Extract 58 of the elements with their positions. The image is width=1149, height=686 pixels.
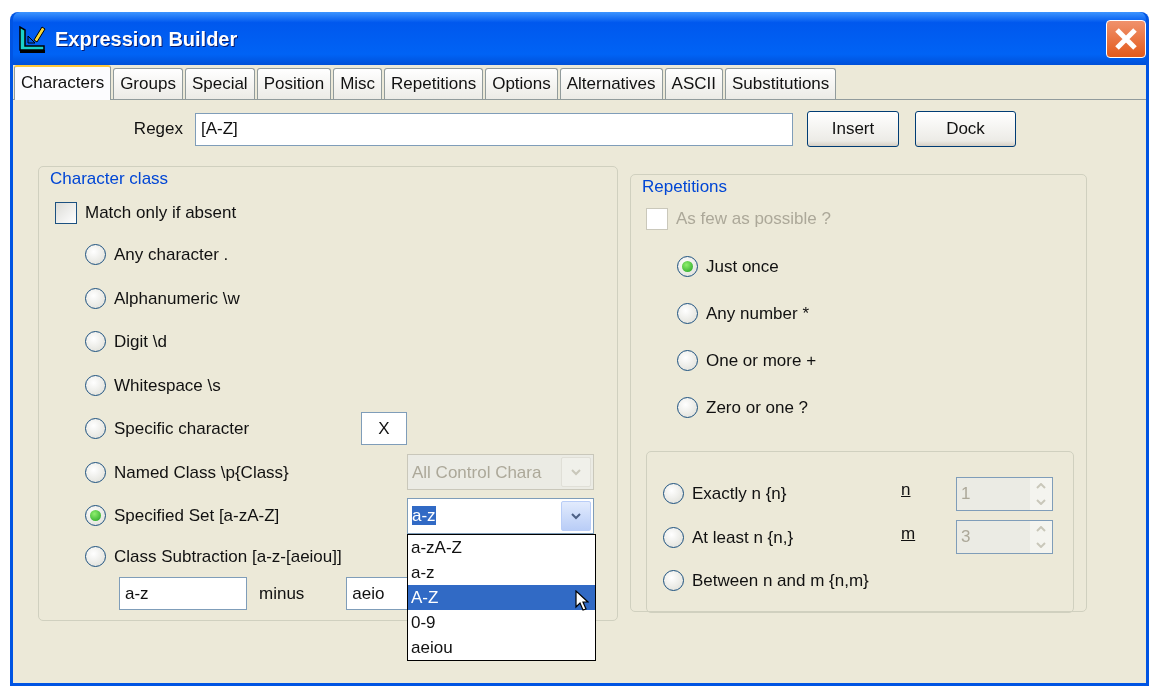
close-icon (1113, 25, 1139, 52)
tab[interactable]: Repetitions (384, 68, 484, 99)
radio-button[interactable] (677, 256, 698, 277)
tab[interactable]: Substitutions (725, 68, 837, 99)
checkbox-label: As few as possible ? (676, 208, 831, 231)
tab[interactable]: Alternatives (559, 68, 663, 99)
option-label: Between n and m {n,m} (692, 570, 869, 592)
option-label: Specific character (114, 418, 250, 440)
radio-button[interactable] (85, 331, 106, 353)
spin-label: n (901, 479, 912, 501)
radio-button[interactable] (85, 418, 106, 440)
minus-label: minus (259, 582, 305, 605)
radio-button[interactable] (85, 287, 106, 309)
regex-field[interactable]: [A-Z] (195, 112, 793, 146)
tab[interactable]: Position (256, 68, 332, 99)
list-option[interactable]: a-zA-Z (408, 534, 595, 560)
tab[interactable]: Options (485, 68, 558, 99)
option-label: Class Subtraction [a-z-[aeiou]] (114, 545, 342, 568)
option-label: Exactly n {n} (692, 483, 787, 505)
radio-button[interactable] (677, 303, 698, 324)
option-label: Digit \d (114, 331, 167, 353)
checkbox[interactable] (55, 202, 77, 224)
regex-label: Regex (132, 118, 184, 141)
tab[interactable]: Groups (113, 68, 183, 99)
dock-button[interactable]: Dock (915, 111, 1016, 147)
close-button[interactable] (1106, 19, 1146, 58)
radio-button[interactable] (85, 374, 106, 396)
subtraction-field[interactable]: a-z (119, 577, 247, 610)
tab[interactable]: ASCII (664, 68, 723, 99)
option-label: One or more + (706, 349, 817, 372)
tab[interactable]: Characters (14, 65, 112, 100)
tab[interactable]: Special (184, 68, 255, 99)
option-label: Any number * (706, 302, 809, 325)
option-label: Any character . (114, 244, 229, 266)
radio-button[interactable] (85, 505, 106, 527)
checkbox-label: Match only if absent (85, 202, 237, 225)
option-label: Specified Set [a-zA-Z] (114, 505, 280, 527)
option-label: Alphanumeric \w (114, 287, 240, 310)
list-option[interactable]: 0-9 (408, 609, 595, 635)
option-label: At least n {n,} (692, 526, 794, 549)
pointer-icon (575, 589, 589, 612)
option-label: Named Class \p{Class} (114, 461, 289, 484)
list-option[interactable]: A-Z (408, 584, 595, 610)
window-title: Expression Builder (55, 26, 238, 52)
option-label: Just once (706, 255, 779, 278)
spin-label: m (901, 522, 917, 545)
group-title: Repetitions (640, 177, 730, 197)
option-label: Zero or one ? (706, 396, 809, 419)
tab[interactable]: Misc (333, 68, 383, 99)
radio-button[interactable] (663, 570, 684, 592)
radio-button[interactable] (85, 546, 106, 567)
character-field[interactable]: X (361, 412, 407, 446)
list-option[interactable]: aeiou (408, 634, 595, 660)
insert-button[interactable]: Insert (807, 111, 899, 147)
radio-button[interactable] (677, 350, 698, 371)
radio-button[interactable] (85, 244, 106, 266)
radio-button[interactable] (677, 397, 698, 418)
option-label: Whitespace \s (114, 374, 221, 397)
